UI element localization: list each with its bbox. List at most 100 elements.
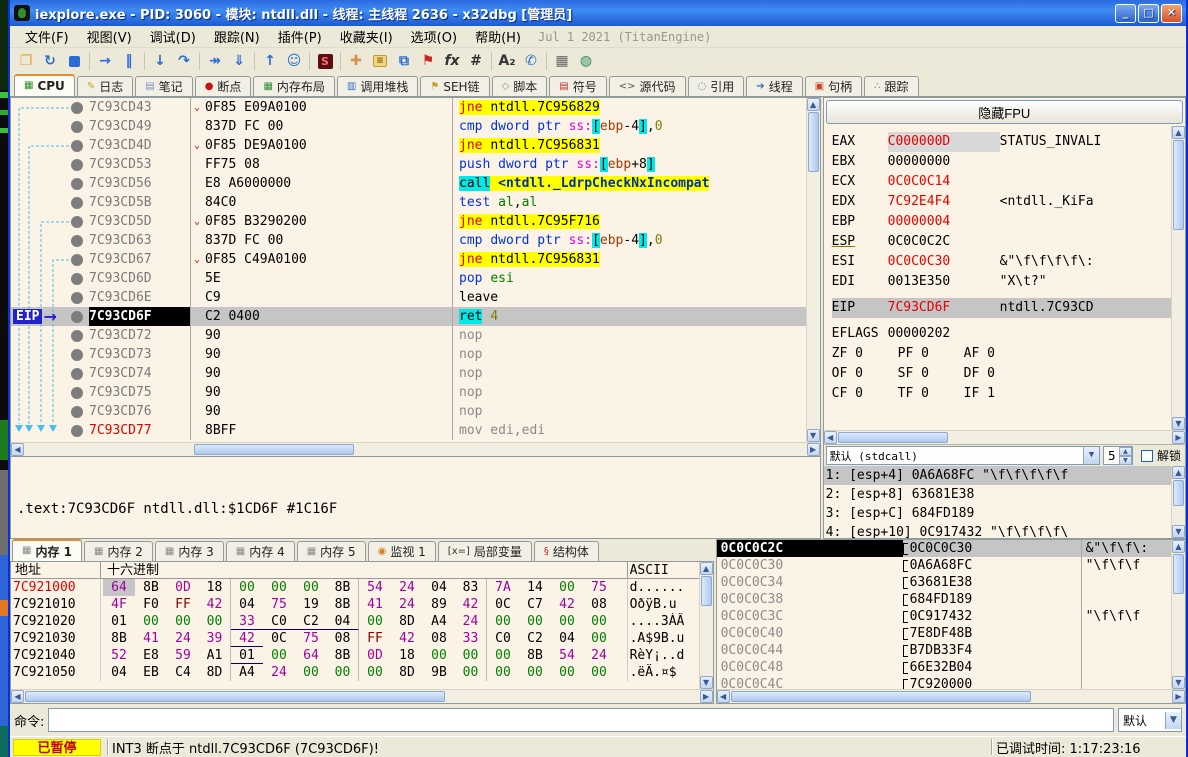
stop-button[interactable]	[62, 50, 86, 72]
scroll-up-icon[interactable]: ▲	[1172, 540, 1185, 553]
register-value[interactable]: 7C93CD6F	[888, 298, 1000, 318]
disasm-row[interactable]: 7C93CD5B 84C0 test al,al	[11, 193, 806, 212]
patches-button[interactable]: ✚	[344, 50, 368, 72]
breakpoint-dot-cell[interactable]	[71, 117, 89, 136]
menu-文件(F)[interactable]: 文件(F)	[16, 25, 78, 48]
stack-hscrollbar[interactable]: ◀ ▶	[716, 689, 1185, 703]
dump-tab-局部变量[interactable]: [x=] 局部变量	[437, 541, 532, 561]
step-out-button[interactable]: ⇓	[227, 50, 251, 72]
flag-AF[interactable]: AF 0	[964, 344, 1030, 364]
register-row[interactable]: EDI 0013E350 "X\t?"	[832, 272, 1171, 292]
register-row[interactable]: ECX 0C0C0C14	[832, 172, 1171, 192]
command-input[interactable]	[48, 708, 1114, 732]
register-value[interactable]: 0C0C0C30	[888, 252, 1000, 272]
breakpoint-dot[interactable]	[71, 120, 83, 133]
disasm-row[interactable]: 7C93CD49 837D FC 00 cmp dword ptr ss:[ebp-…	[11, 117, 806, 136]
breakpoint-dot-cell[interactable]	[71, 98, 89, 117]
menu-选项(O)[interactable]: 选项(O)	[402, 25, 466, 48]
register-value[interactable]: 00000004	[888, 212, 1000, 232]
menu-跟踪(N)[interactable]: 跟踪(N)	[205, 25, 269, 48]
argument-row[interactable]: 3: [esp+C] 684FD189	[824, 504, 1171, 523]
disasm-row[interactable]: 7C93CD53 FF75 08 push dword ptr ss:[ebp+8]	[11, 155, 806, 174]
tab-符号[interactable]: ▤ 符号	[549, 76, 607, 96]
disasm-row[interactable]: 7C93CD6D 5E pop esi	[11, 269, 806, 288]
stack-row[interactable]: 0C0C0C3C 0C917432 "\f\f\f	[717, 608, 1171, 625]
functions-button[interactable]: fx	[440, 50, 464, 72]
font-button[interactable]: A₂	[495, 50, 519, 72]
breakpoint-dot-cell[interactable]	[71, 345, 89, 364]
step-into-button[interactable]: ↓	[148, 50, 172, 72]
register-row[interactable]: ESP 0C0C0C2C	[832, 232, 1171, 252]
flag-CF[interactable]: CF 0	[832, 384, 898, 404]
breakpoint-dot[interactable]	[71, 253, 83, 266]
scroll-thumb[interactable]	[807, 112, 819, 172]
registers-hscrollbar[interactable]: ◀ ▶	[823, 430, 1185, 444]
tab-内存布局[interactable]: ▦ 内存布局	[253, 76, 335, 96]
disasm-row[interactable]: 7C93CD6E C9 leave	[11, 288, 806, 307]
scroll-down-icon[interactable]: ▼	[1172, 676, 1185, 689]
dump-tab-内存 3[interactable]: ▦ 内存 3	[154, 541, 224, 561]
scroll-up-icon[interactable]: ▲	[806, 98, 820, 111]
flag-IF[interactable]: IF 1	[964, 384, 1030, 404]
disassembly-hscrollbar[interactable]: ◀ ▶	[11, 442, 820, 456]
breakpoint-dot[interactable]	[71, 215, 83, 228]
scroll-thumb[interactable]	[25, 691, 445, 702]
spin-down-icon[interactable]: ▼	[1118, 456, 1132, 465]
dump-tab-结构体[interactable]: § 结构体	[533, 541, 599, 561]
dump-tab-内存 4[interactable]: ▦ 内存 4	[225, 541, 295, 561]
memory-dump-body[interactable]: 地址 十六进制 ASCII 7C921000 64 8B 0D 18 00 00 00 8B 54…	[11, 562, 699, 689]
disasm-row[interactable]: 7C93CD75 90 nop	[11, 383, 806, 402]
dump-hscrollbar[interactable]: ◀ ▶	[11, 689, 713, 703]
scroll-down-icon[interactable]: ▼	[806, 429, 820, 442]
dump-row[interactable]: 7C921010 4F F0 FF 42 04 75 19 8B 41 24 89 42 0C C7 42 08…	[11, 596, 699, 613]
tab-跟踪[interactable]: ∴ 跟踪	[864, 76, 919, 96]
calling-convention-select[interactable]: 默认 (stdcall) ▼	[825, 446, 1100, 465]
scroll-thumb[interactable]	[1173, 140, 1184, 230]
scroll-thumb[interactable]	[1173, 554, 1184, 594]
tab-笔记[interactable]: ▤ 笔记	[135, 76, 193, 96]
menu-插件(P)[interactable]: 插件(P)	[269, 25, 331, 48]
menu-视图(V)[interactable]: 视图(V)	[78, 25, 141, 48]
arguments-list[interactable]: 1: [esp+4] 0A6A68FC "\f\f\f\f\f 2: [esp+8…	[823, 466, 1171, 538]
scroll-left-icon[interactable]: ◀	[11, 443, 24, 456]
scroll-up-icon[interactable]: ▲	[1172, 126, 1185, 139]
goto-origin-button[interactable]: ↑	[258, 50, 282, 72]
comments-button[interactable]: ≡	[368, 50, 392, 72]
breakpoint-dot[interactable]	[71, 405, 83, 418]
disasm-row[interactable]: 7C93CD4D 0F85 DE9A0100 ⌄ jne ntdll.7C956831	[11, 136, 806, 155]
disassembly-body[interactable]: 7C93CD43 0F85 E09A0100 ⌄ jne ntdll.7C956829…	[11, 98, 806, 442]
breakpoint-dot[interactable]	[71, 139, 83, 152]
breakpoint-dot[interactable]	[71, 234, 83, 247]
breakpoint-dot-cell[interactable]	[71, 288, 89, 307]
scroll-up-icon[interactable]: ▲	[699, 562, 713, 575]
pause-button[interactable]: ‖	[117, 50, 141, 72]
scroll-right-icon[interactable]: ▶	[699, 690, 713, 703]
tab-调用堆栈[interactable]: ▥ 调用堆栈	[336, 76, 419, 96]
scroll-left-icon[interactable]: ◀	[716, 690, 730, 703]
breakpoint-dot-cell[interactable]	[71, 250, 89, 269]
dump-row[interactable]: 7C921020 01 00 00 00 33 C0 C2 04 00 8D A4 24 00 00 00 00…	[11, 613, 699, 630]
scroll-thumb[interactable]	[837, 432, 948, 443]
tab-引用[interactable]: ◌ 引用	[687, 76, 745, 96]
hash-button[interactable]: #	[464, 50, 488, 72]
disasm-row[interactable]: 7C93CD74 90 nop	[11, 364, 806, 383]
register-value[interactable]: 0013E350	[888, 272, 1000, 292]
breakpoint-dot[interactable]	[71, 424, 83, 437]
disassembly-vscrollbar[interactable]: ▲ ▼	[805, 98, 820, 442]
scroll-down-icon[interactable]: ▼	[699, 676, 713, 689]
dump-row[interactable]: 7C921040 52 E8 59 A1 01 00 64 8B 0D 18 00 00 00 8B 54 24…	[11, 647, 699, 664]
tab-句柄[interactable]: ▣ 句柄	[804, 76, 863, 96]
breakpoint-dot[interactable]	[71, 101, 83, 114]
disasm-row[interactable]: 7C93CD72 90 nop	[11, 326, 806, 345]
stack-row[interactable]: 0C0C0C38 684FD189	[717, 591, 1171, 608]
argument-row[interactable]: 4: [esp+10] 0C917432 "\f\f\f\f\	[824, 523, 1171, 538]
open-file-button[interactable]: ❐	[14, 50, 38, 72]
dump-row[interactable]: 7C921000 64 8B 0D 18 00 00 00 8B 54 24 04 83 7A 14 00 75…	[11, 579, 699, 596]
breakpoint-dot-cell[interactable]	[71, 212, 89, 231]
dump-tab-内存 1[interactable]: ▦ 内存 1	[12, 539, 82, 561]
step-over-button[interactable]: ↷	[172, 50, 196, 72]
registers-vscrollbar[interactable]: ▲ ▼	[1171, 126, 1185, 430]
command-history-select[interactable]: 默认 ▼	[1118, 708, 1182, 732]
flag-OF[interactable]: OF 0	[832, 364, 898, 384]
arguments-vscrollbar[interactable]: ▲ ▼	[1171, 466, 1185, 538]
